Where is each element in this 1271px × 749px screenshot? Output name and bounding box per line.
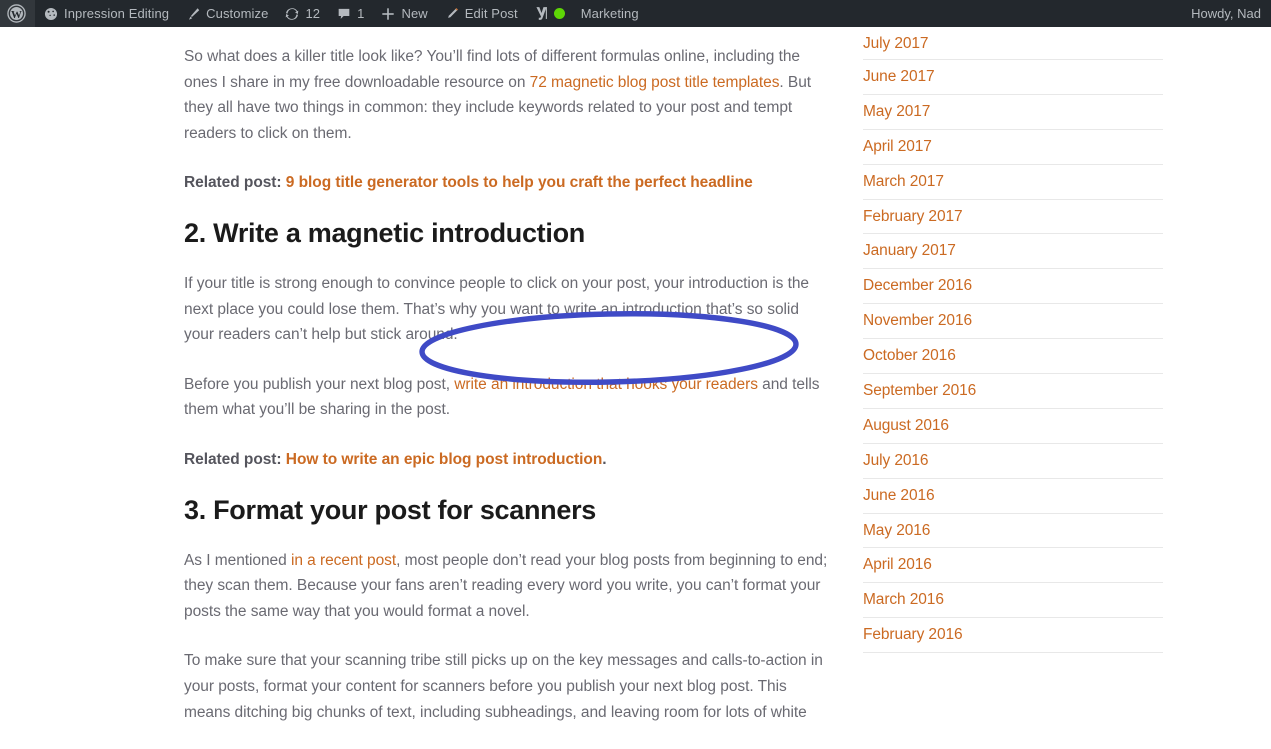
list-item[interactable]: November 2016 [863, 304, 1163, 340]
adminbar-right-group: Howdy, Nad [1183, 0, 1271, 27]
list-item[interactable]: October 2016 [863, 339, 1163, 375]
site-name-label: Inpression Editing [64, 6, 170, 21]
archive-link[interactable]: September 2016 [863, 381, 976, 401]
link-write-introduction-hooks-readers[interactable]: write an introduction that hooks your re… [454, 376, 758, 393]
list-item[interactable]: July 2017 [863, 27, 1163, 60]
marketing-menu[interactable]: Marketing [573, 0, 647, 27]
list-item[interactable]: March 2017 [863, 165, 1163, 200]
archive-link[interactable]: June 2017 [863, 67, 935, 87]
archive-link[interactable]: December 2016 [863, 276, 972, 296]
list-item[interactable]: September 2016 [863, 374, 1163, 409]
paragraph-5: To make sure that your scanning tribe st… [184, 652, 823, 721]
p3-before: Before you publish your next blog post, [184, 375, 455, 393]
archive-link[interactable]: May 2016 [863, 521, 930, 541]
customize-label: Customize [206, 6, 269, 21]
post-content: So what does a killer title look like? Y… [184, 44, 829, 749]
edit-post-menu[interactable]: Edit Post [436, 0, 526, 27]
updates-count: 12 [305, 6, 321, 21]
heading-format-post-for-scanners: 3. Format your post for scanners [184, 494, 596, 525]
paragraph-1: So what does a killer title look like? Y… [184, 44, 829, 146]
site-name-menu[interactable]: Inpression Editing [35, 0, 177, 27]
link-in-a-recent-post[interactable]: in a recent post [291, 552, 396, 569]
edit-post-label: Edit Post [464, 6, 518, 21]
archive-link[interactable]: October 2016 [863, 346, 956, 366]
list-item[interactable]: February 2016 [863, 618, 1163, 654]
new-content-menu[interactable]: New [372, 0, 435, 27]
related-post-label: Related post: [184, 450, 286, 468]
list-item[interactable]: January 2017 [863, 234, 1163, 270]
list-item[interactable]: February 2017 [863, 200, 1163, 235]
related-post-label: Related post: [184, 174, 286, 192]
link-title-templates[interactable]: 72 magnetic blog post title templates [530, 74, 780, 91]
svg-text:W: W [11, 9, 22, 21]
related-post-2-period: . [602, 450, 607, 468]
list-item[interactable]: May 2016 [863, 514, 1163, 549]
comments-count: 1 [357, 6, 365, 21]
marketing-label: Marketing [580, 6, 639, 21]
archive-link[interactable]: March 2017 [863, 172, 944, 192]
page-body: So what does a killer title look like? Y… [0, 27, 1271, 721]
customize-menu[interactable]: Customize [177, 0, 276, 27]
comments-menu[interactable]: 1 [328, 0, 372, 27]
comment-bubble-icon [336, 6, 352, 22]
new-content-label: New [401, 6, 428, 21]
archive-link[interactable]: April 2016 [863, 555, 932, 575]
howdy-account-menu[interactable]: Howdy, Nad [1183, 0, 1271, 27]
archive-link[interactable]: January 2017 [863, 241, 956, 261]
paragraph-3: Before you publish your next blog post, … [184, 372, 829, 423]
pencil-icon [444, 6, 460, 22]
p4-before: As I mentioned [184, 551, 291, 569]
archive-link[interactable]: July 2017 [863, 34, 929, 54]
paintbrush-icon [185, 6, 201, 22]
list-item[interactable]: July 2016 [863, 444, 1163, 479]
list-item[interactable]: May 2017 [863, 95, 1163, 130]
list-item[interactable]: December 2016 [863, 269, 1163, 305]
archive-link[interactable]: June 2016 [863, 486, 935, 506]
link-blog-title-generator-tools[interactable]: 9 blog title generator tools to help you… [286, 174, 753, 191]
paragraph-4: As I mentioned in a recent post, most pe… [184, 548, 829, 625]
archive-link[interactable]: November 2016 [863, 311, 972, 331]
list-item[interactable]: April 2017 [863, 130, 1163, 165]
archive-link[interactable]: February 2017 [863, 207, 963, 227]
archive-link[interactable]: July 2016 [863, 451, 929, 471]
archive-link[interactable]: March 2016 [863, 590, 944, 610]
yoast-seo-icon [534, 5, 549, 22]
wp-admin-bar[interactable]: W Inpression Editing Customize 12 1 New … [0, 0, 1271, 27]
updates-menu[interactable]: 12 [276, 0, 328, 27]
archive-link[interactable]: May 2017 [863, 102, 930, 122]
archive-link[interactable]: April 2017 [863, 137, 932, 157]
dashboard-gauge-icon [43, 6, 59, 22]
list-item[interactable]: March 2016 [863, 583, 1163, 619]
archive-link[interactable]: August 2016 [863, 416, 949, 436]
related-post-1: Related post: 9 blog title generator too… [184, 170, 829, 196]
heading-write-magnetic-introduction: 2. Write a magnetic introduction [184, 217, 585, 248]
green-dot-icon [553, 8, 565, 19]
related-post-2: Related post: How to write an epic blog … [184, 447, 829, 473]
link-epic-blog-post-introduction[interactable]: How to write an epic blog post introduct… [286, 451, 603, 468]
list-item[interactable]: April 2016 [863, 548, 1163, 584]
list-item[interactable]: June 2017 [863, 60, 1163, 95]
updates-arrows-icon [284, 6, 300, 22]
wordpress-logo-icon: W [7, 4, 26, 23]
list-item[interactable]: June 2016 [863, 479, 1163, 514]
wordpress-logo-menu[interactable]: W [0, 0, 35, 27]
paragraph-2: If your title is strong enough to convin… [184, 274, 809, 344]
archive-link[interactable]: February 2016 [863, 625, 963, 645]
plus-icon [380, 6, 396, 22]
archives-widget: July 2017 June 2017 May 2017 April 2017 … [863, 27, 1163, 654]
list-item[interactable]: August 2016 [863, 409, 1163, 444]
yoast-seo-menu[interactable] [526, 0, 573, 27]
